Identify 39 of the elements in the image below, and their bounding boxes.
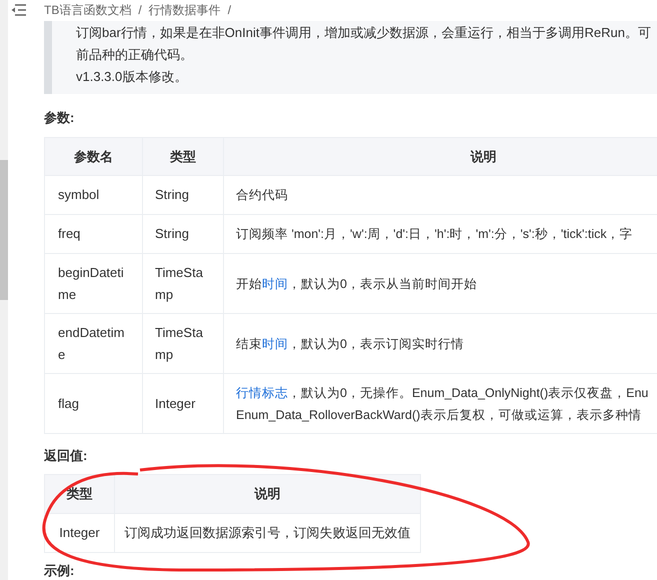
breadcrumb-separator: / <box>228 2 232 20</box>
table-cell: String <box>142 214 224 254</box>
table-cell: 订阅成功返回数据源索引号，订阅失败返回无效值 <box>114 513 420 552</box>
table-cell: flag <box>44 374 142 434</box>
table-cell: TimeStamp <box>142 254 224 314</box>
description-text: ，默认为0，表示订阅实时行情 <box>288 336 464 350</box>
section-title: 示例: <box>44 562 76 580</box>
breadcrumb-separator: / <box>138 2 142 20</box>
breadcrumb-link[interactable]: TB语言函数文档 <box>44 1 132 20</box>
description-text: 开始 <box>236 276 262 290</box>
table-cell: Integer <box>44 513 114 552</box>
description-text: ，默认为0，无操作。Enum_Data_OnlyNight()表示仅夜盘，Enu <box>288 386 648 400</box>
link[interactable]: 时间 <box>262 276 288 290</box>
description-text: 订阅频率 'mon':月，'w':周，'d':日，'h':时，'m':分，'s':秒，'tick':tick，字 <box>236 227 633 241</box>
table-cell: symbol <box>44 176 142 214</box>
table-cell: freq <box>44 214 142 254</box>
note-text: v1.3.3.0版本修改。 <box>76 68 188 86</box>
table-cell: TimeStamp <box>142 314 224 374</box>
table-cell: Integer <box>142 374 224 434</box>
column-header: 说明 <box>224 138 657 176</box>
column-header: 说明 <box>114 474 420 513</box>
section-title: 返回值: <box>44 447 88 465</box>
table-cell: String <box>142 176 224 214</box>
description-text: ，默认为0，表示从当前时间开始 <box>288 276 477 290</box>
column-header: 参数名 <box>44 138 142 176</box>
description-text: Enum_Data_RolloverBackWard()表示后复权，可做或运算，表示多种情 <box>236 408 642 422</box>
description-text: 结束 <box>236 336 262 350</box>
table-cell: beginDatetime <box>44 254 142 314</box>
note-text: 订阅bar行情，如果是在非OnInit事件调用，增加或减少数据源，会重运行，相当于多调用ReRun。可 <box>76 24 652 42</box>
breadcrumb-link[interactable]: 行情数据事件 <box>148 1 221 20</box>
table-cell: endDatetime <box>44 314 142 374</box>
column-header: 类型 <box>142 138 224 176</box>
link[interactable]: 时间 <box>262 336 288 350</box>
note-text: 前品种的正确代码。 <box>76 46 194 64</box>
section-title: 参数: <box>44 108 76 126</box>
column-header: 类型 <box>44 474 114 513</box>
description-text: 合约代码 <box>236 188 288 202</box>
link[interactable]: 行情标志 <box>236 386 288 400</box>
menu-icon[interactable] <box>10 4 26 16</box>
